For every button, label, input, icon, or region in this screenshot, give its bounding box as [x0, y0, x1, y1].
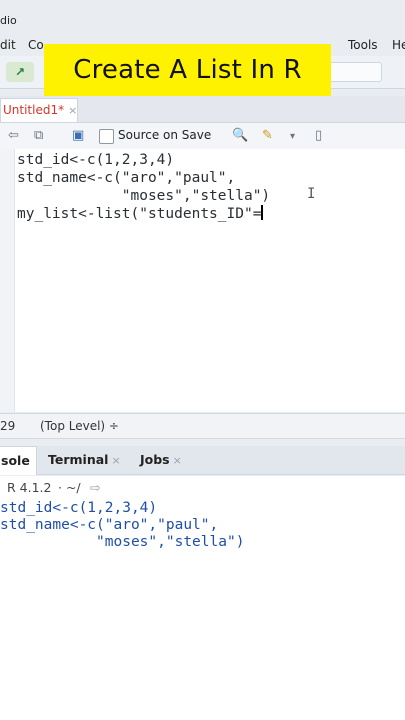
working-directory[interactable]: · ~/ [58, 480, 81, 495]
tab-label: Untitled1* [3, 103, 65, 117]
show-in-window-icon[interactable]: ⧉ [34, 128, 43, 143]
overlay-title: Create A List In R [73, 55, 302, 85]
line-number-gutter [0, 149, 15, 412]
r-version-bar: R 4.1.2 · ~/ ⇨ [0, 476, 405, 498]
tab-untitled1[interactable]: Untitled1* × [0, 98, 78, 122]
compile-report-icon[interactable]: ▯ [315, 128, 322, 143]
close-icon[interactable]: × [68, 104, 77, 117]
title-overlay-banner: Create A List In R [44, 44, 331, 96]
source-tab-strip: Untitled1* × [0, 96, 405, 123]
editor-code[interactable]: std_id<-c(1,2,3,4) std_name<-c("aro","pau… [17, 151, 270, 223]
save-icon[interactable]: ▣ [72, 128, 84, 143]
code-editor[interactable]: std_id<-c(1,2,3,4) std_name<-c("aro","pau… [0, 149, 405, 412]
open-project-icon[interactable]: ↗ [6, 62, 34, 82]
menu-code[interactable]: Co [28, 38, 44, 52]
code-line: std_id<-c(1,2,3,4) [17, 152, 175, 168]
rstudio-window: dio dit Co Tools He ↗ on Untitled1*× ⇦ ⧉… [0, 0, 405, 555]
code-line: "moses","stella") [17, 188, 271, 204]
source-on-save-label: Source on Save [118, 128, 212, 142]
console-line: "moses","stella") [0, 534, 245, 550]
code-line: std_name<-c("aro","paul", [17, 170, 236, 186]
r-version: R 4.1.2 [7, 480, 52, 495]
source-on-save-checkbox[interactable] [99, 129, 114, 144]
scope-selector[interactable]: (Top Level) ÷ [40, 419, 119, 433]
menu-tools[interactable]: Tools [348, 38, 378, 52]
tab-jobs[interactable]: Jobs × [134, 446, 188, 474]
tab-console[interactable]: sole [0, 446, 37, 475]
line-indicator: 29 [0, 419, 16, 433]
close-icon[interactable]: × [111, 454, 120, 467]
console-line: std_name<-c("aro","paul", [0, 517, 219, 533]
search-icon[interactable]: 🔍 [232, 128, 248, 143]
editor-status-bar: 29 (Top Level) ÷ [0, 413, 405, 439]
menu-help[interactable]: He [392, 38, 405, 52]
console-code: std_id<-c(1,2,3,4) std_name<-c("aro","pau… [0, 500, 244, 551]
code-line-text: my_list<-list("students_ID"= [17, 206, 262, 222]
window-title-bar: dio [0, 10, 405, 32]
tab-console-label: sole [1, 453, 30, 468]
tab-terminal-label: Terminal [48, 452, 109, 467]
window-title: dio [0, 14, 17, 27]
text-cursor [261, 205, 264, 220]
console-tab-strip: sole Terminal × Jobs × [0, 446, 405, 475]
goto-directory-icon[interactable]: ⇨ [90, 480, 100, 495]
code-tools-wand-icon[interactable]: ✎ [262, 128, 273, 143]
close-icon[interactable]: × [173, 454, 182, 467]
tab-terminal[interactable]: Terminal × [42, 446, 127, 474]
ibeam-cursor-icon: I [307, 186, 316, 202]
code-line: my_list<-list("students_ID"= [17, 205, 270, 223]
editor-toolbar: ⇦ ⧉ ▣ Source on Save 🔍 ✎ ▾ ▯ [0, 123, 405, 150]
console-output[interactable]: std_id<-c(1,2,3,4) std_name<-c("aro","pau… [0, 498, 405, 555]
console-line: std_id<-c(1,2,3,4) [0, 500, 158, 516]
back-arrow-icon[interactable]: ⇦ [8, 128, 19, 143]
menu-edit[interactable]: dit [0, 38, 16, 52]
tab-jobs-label: Jobs [140, 452, 170, 467]
chevron-down-icon[interactable]: ▾ [290, 131, 295, 142]
